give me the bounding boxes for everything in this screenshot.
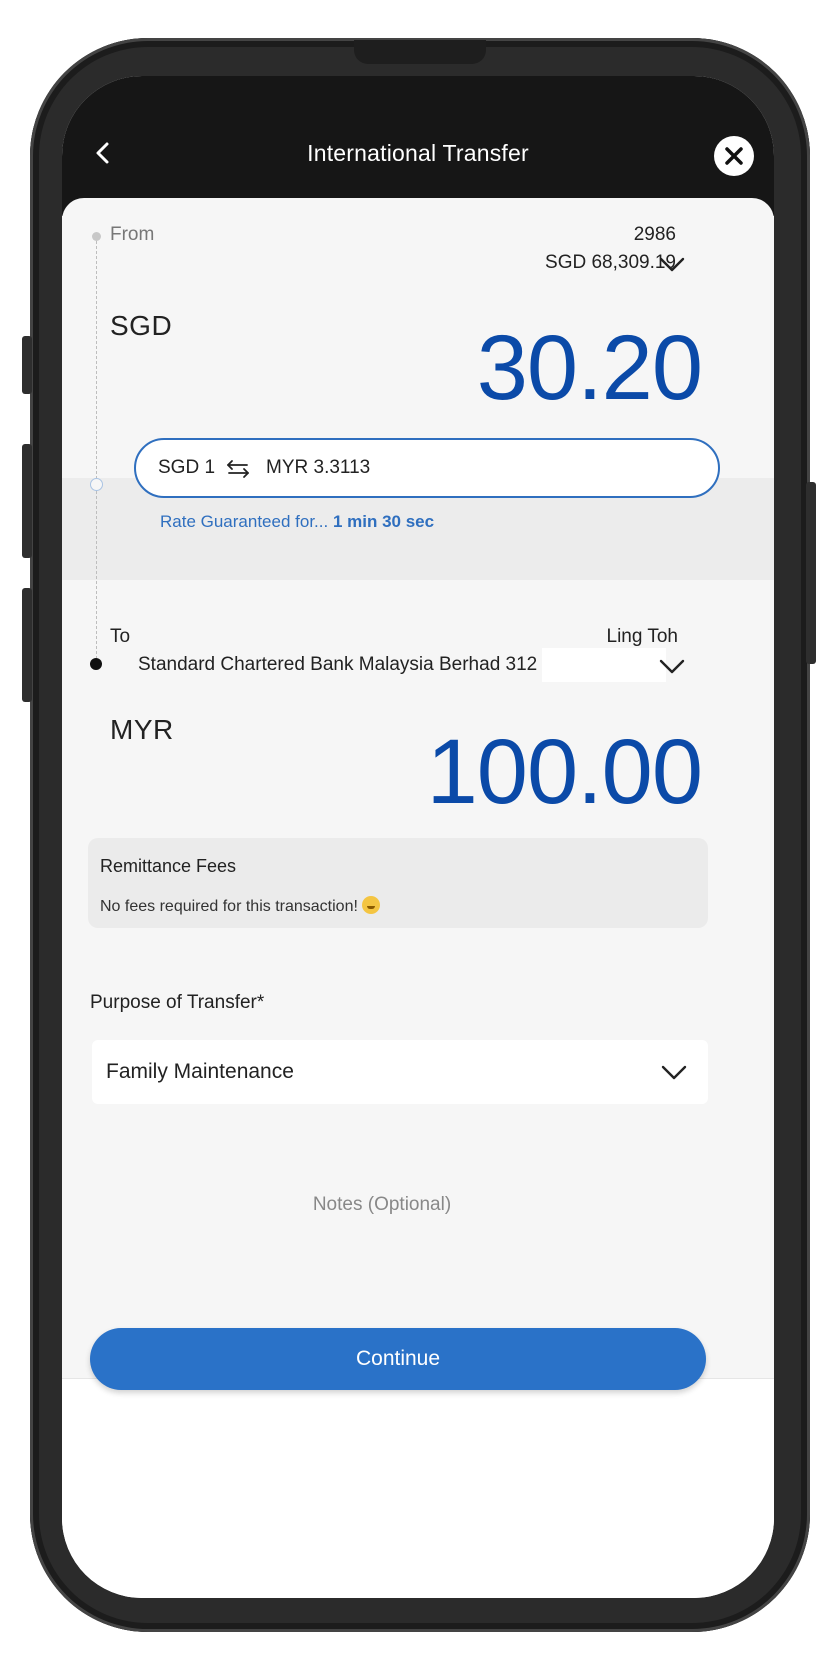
from-account-balance: SGD 68,309.19 (545, 252, 676, 273)
from-account-number: 2986 (633, 224, 676, 245)
timeline-dot-rate (90, 478, 103, 491)
app-screen: International Transfer From 2986 SGD 68,… (62, 76, 774, 1598)
purpose-label: Purpose of Transfer* (90, 992, 265, 1013)
from-label: From (110, 224, 155, 245)
phone-speaker (354, 40, 486, 64)
rate-from: SGD 1 (158, 457, 216, 478)
to-currency: MYR (110, 714, 174, 745)
fees-title: Remittance Fees (100, 856, 237, 876)
fees-text-row: No fees required for this transaction! (100, 896, 380, 916)
close-button[interactable] (714, 136, 754, 176)
side-button-volume-up (22, 444, 32, 558)
recipient-name: Ling Toh (606, 626, 679, 647)
recipient-bank: Standard Chartered Bank Malaysia Berhad … (138, 654, 538, 675)
timeline-dot-to (90, 658, 102, 670)
purpose-chevron-down-icon (661, 1065, 687, 1080)
redacted-account-mask (542, 648, 666, 682)
continue-button[interactable]: Continue (90, 1328, 706, 1390)
notes-input[interactable]: Notes (Optional) (62, 1194, 702, 1216)
from-amount-input[interactable]: 30.20 (477, 316, 703, 421)
to-amount-input[interactable]: 100.00 (427, 720, 703, 825)
rate-to: MYR 3.3113 (266, 457, 371, 478)
remittance-fees-card: Remittance Fees No fees required for thi… (88, 838, 708, 928)
to-label: To (110, 626, 131, 647)
footer-bar (62, 1378, 774, 1598)
side-button-silent (22, 336, 32, 394)
timeline-line (96, 236, 97, 664)
rate-countdown: 1 min 30 sec (332, 512, 435, 531)
close-icon (725, 147, 743, 165)
purpose-value: Family Maintenance (106, 1060, 294, 1083)
from-account-chevron-down-icon[interactable] (658, 256, 686, 274)
side-button-power (806, 482, 816, 664)
purpose-select[interactable]: Family Maintenance (92, 1040, 708, 1104)
swap-arrows-icon (227, 460, 249, 478)
app-header: International Transfer (62, 76, 774, 216)
from-currency: SGD (110, 310, 173, 341)
timeline-dot-from (92, 232, 101, 241)
page-title: International Transfer (307, 140, 529, 166)
party-face-emoji-icon (361, 896, 380, 914)
transfer-form: From 2986 SGD 68,309.19 SGD 30.20 SGD 1 … (62, 198, 774, 1378)
recipient-chevron-down-icon[interactable] (658, 658, 686, 676)
fees-text: No fees required for this transaction! (100, 898, 358, 915)
exchange-rate-pill[interactable]: SGD 1 MYR 3.3113 (134, 438, 720, 498)
rate-guarantee-note: Rate Guaranteed for... 1 min 30 sec (160, 512, 434, 532)
rate-note-prefix: Rate Guaranteed for... (160, 512, 329, 531)
side-button-volume-down (22, 588, 32, 702)
